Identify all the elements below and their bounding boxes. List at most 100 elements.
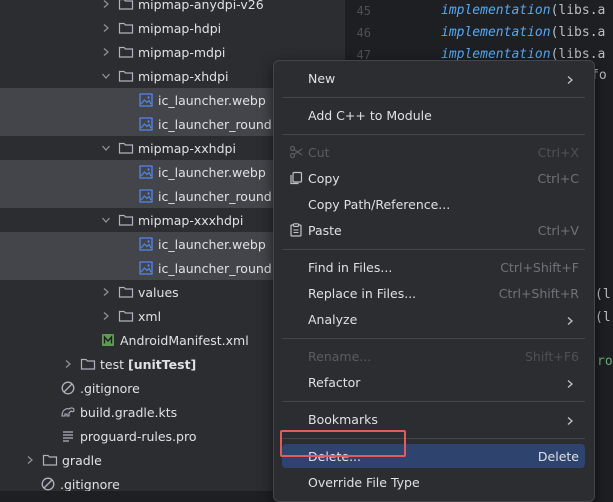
code-line: implementation(libs.a xyxy=(441,25,605,40)
menu-item-label: Refactor xyxy=(308,374,361,390)
gitignore-icon xyxy=(60,380,76,396)
chevron-down-icon[interactable] xyxy=(100,142,112,154)
folder-icon xyxy=(118,212,134,228)
menu-item-shortcut: Ctrl+Shift+F xyxy=(500,259,579,275)
menu-item-rename: Rename... Shift+F6 xyxy=(282,344,585,368)
image-file-icon xyxy=(138,236,154,252)
image-file-icon xyxy=(138,92,154,108)
menu-item-label: Paste xyxy=(308,222,342,238)
copy-icon xyxy=(288,170,304,186)
tree-item-label: mipmap-xxxhdpi xyxy=(138,212,244,228)
menu-item-copy-path-reference[interactable]: Copy Path/Reference... xyxy=(282,192,585,216)
menu-item-label: Cut xyxy=(308,144,330,160)
tree-item-label: values xyxy=(138,284,179,300)
line-number: 45 xyxy=(356,4,371,18)
chevron-down-icon[interactable] xyxy=(100,214,112,226)
tree-folder-row[interactable]: mipmap-hdpi xyxy=(0,16,345,40)
menu-item-copy[interactable]: Copy Ctrl+C xyxy=(282,166,585,190)
chevron-right-icon[interactable] xyxy=(100,286,112,298)
tree-item-label: ic_launcher.webp xyxy=(158,236,266,252)
folder-icon xyxy=(118,284,134,300)
menu-item-label: New xyxy=(308,70,336,86)
menu-item-label: Add C++ to Module xyxy=(308,107,432,123)
menu-item-label: Replace in Files... xyxy=(308,285,417,301)
code-fragment: (l xyxy=(595,287,611,302)
menu-separator xyxy=(282,249,585,250)
tree-item-label: ic_launcher.webp xyxy=(158,92,266,108)
delete-highlight-box xyxy=(280,430,406,457)
menu-item-replace-in-files[interactable]: Replace in Files... Ctrl+Shift+R xyxy=(282,281,585,305)
submenu-arrow-icon xyxy=(565,377,575,388)
image-file-icon xyxy=(138,260,154,276)
tree-item-label: .gitignore xyxy=(60,476,120,492)
gitignore-icon xyxy=(40,476,56,491)
menu-item-refactor[interactable]: Refactor xyxy=(282,370,585,394)
tree-folder-row[interactable]: mipmap-anydpi-v26 xyxy=(0,0,345,16)
tree-item-suffix: [unitTest] xyxy=(128,356,197,372)
image-file-icon xyxy=(138,116,154,132)
gradle-icon xyxy=(60,404,76,420)
menu-separator xyxy=(282,401,585,402)
menu-item-shortcut: Ctrl+X xyxy=(537,144,579,160)
menu-item-label: Bookmarks xyxy=(308,411,378,427)
menu-item-shortcut: Ctrl+Shift+R xyxy=(498,285,579,301)
chevron-right-icon[interactable] xyxy=(100,310,112,322)
chevron-right-icon[interactable] xyxy=(100,0,112,10)
submenu-arrow-icon xyxy=(565,314,575,325)
menu-item-add-c-to-module[interactable]: Add C++ to Module xyxy=(282,103,585,127)
tree-item-label: ic_launcher.webp xyxy=(158,164,266,180)
chevron-right-icon[interactable] xyxy=(62,358,74,370)
code-fragment: (l xyxy=(595,310,611,325)
menu-item-paste[interactable]: Paste Ctrl+V xyxy=(282,218,585,242)
submenu-arrow-icon xyxy=(565,73,575,84)
chevron-down-icon[interactable] xyxy=(100,70,112,82)
image-file-icon xyxy=(138,164,154,180)
menu-item-label: Override File Type xyxy=(308,474,420,490)
folder-icon xyxy=(118,308,134,324)
menu-item-label: Copy xyxy=(308,170,340,186)
paste-icon xyxy=(288,222,304,238)
code-text: (libs.a xyxy=(550,25,606,40)
folder-icon xyxy=(118,20,134,36)
android-manifest-icon xyxy=(100,332,116,348)
code-text: (libs.a xyxy=(550,3,606,18)
folder-icon xyxy=(80,356,96,372)
tree-item-label: build.gradle.kts xyxy=(80,404,178,420)
menu-item-shortcut: Ctrl+C xyxy=(537,170,579,186)
chevron-right-icon[interactable] xyxy=(24,454,36,466)
tree-item-label: xml xyxy=(138,308,162,324)
menu-separator xyxy=(282,97,585,98)
text-file-icon xyxy=(60,428,76,444)
menu-item-shortcut: Ctrl+V xyxy=(537,222,579,238)
code-line: implementation(libs.a xyxy=(441,3,605,18)
menu-item-shortcut: Delete xyxy=(537,448,579,464)
folder-icon xyxy=(118,0,134,12)
menu-item-label: Copy Path/Reference... xyxy=(308,196,451,212)
code-fragment: ro xyxy=(597,354,613,369)
menu-item-analyze[interactable]: Analyze xyxy=(282,307,585,331)
tree-item-label: .gitignore xyxy=(80,380,140,396)
tree-item-label: mipmap-mdpi xyxy=(138,44,226,60)
code-keyword: implementation xyxy=(441,3,551,18)
scissors-icon xyxy=(288,144,304,160)
tree-item-label: mipmap-xhdpi xyxy=(138,68,229,84)
menu-item-new[interactable]: New xyxy=(282,66,585,90)
tree-item-label: mipmap-hdpi xyxy=(138,20,222,36)
submenu-arrow-icon xyxy=(565,414,575,425)
menu-separator xyxy=(282,338,585,339)
chevron-right-icon[interactable] xyxy=(100,22,112,34)
tree-item-label: gradle xyxy=(62,452,102,468)
menu-separator xyxy=(282,134,585,135)
tree-item-label: AndroidManifest.xml xyxy=(120,332,249,348)
tree-item-label: mipmap-anydpi-v26 xyxy=(138,0,264,12)
menu-item-bookmarks[interactable]: Bookmarks xyxy=(282,407,585,431)
menu-item-label: Rename... xyxy=(308,348,372,364)
folder-icon xyxy=(118,68,134,84)
menu-item-find-in-files[interactable]: Find in Files... Ctrl+Shift+F xyxy=(282,255,585,279)
chevron-right-icon[interactable] xyxy=(100,46,112,58)
folder-icon xyxy=(118,44,134,60)
image-file-icon xyxy=(138,188,154,204)
menu-item-shortcut: Shift+F6 xyxy=(524,348,579,364)
menu-item-override-file-type[interactable]: Override File Type xyxy=(282,470,585,494)
tree-item-label: test xyxy=(100,356,125,372)
